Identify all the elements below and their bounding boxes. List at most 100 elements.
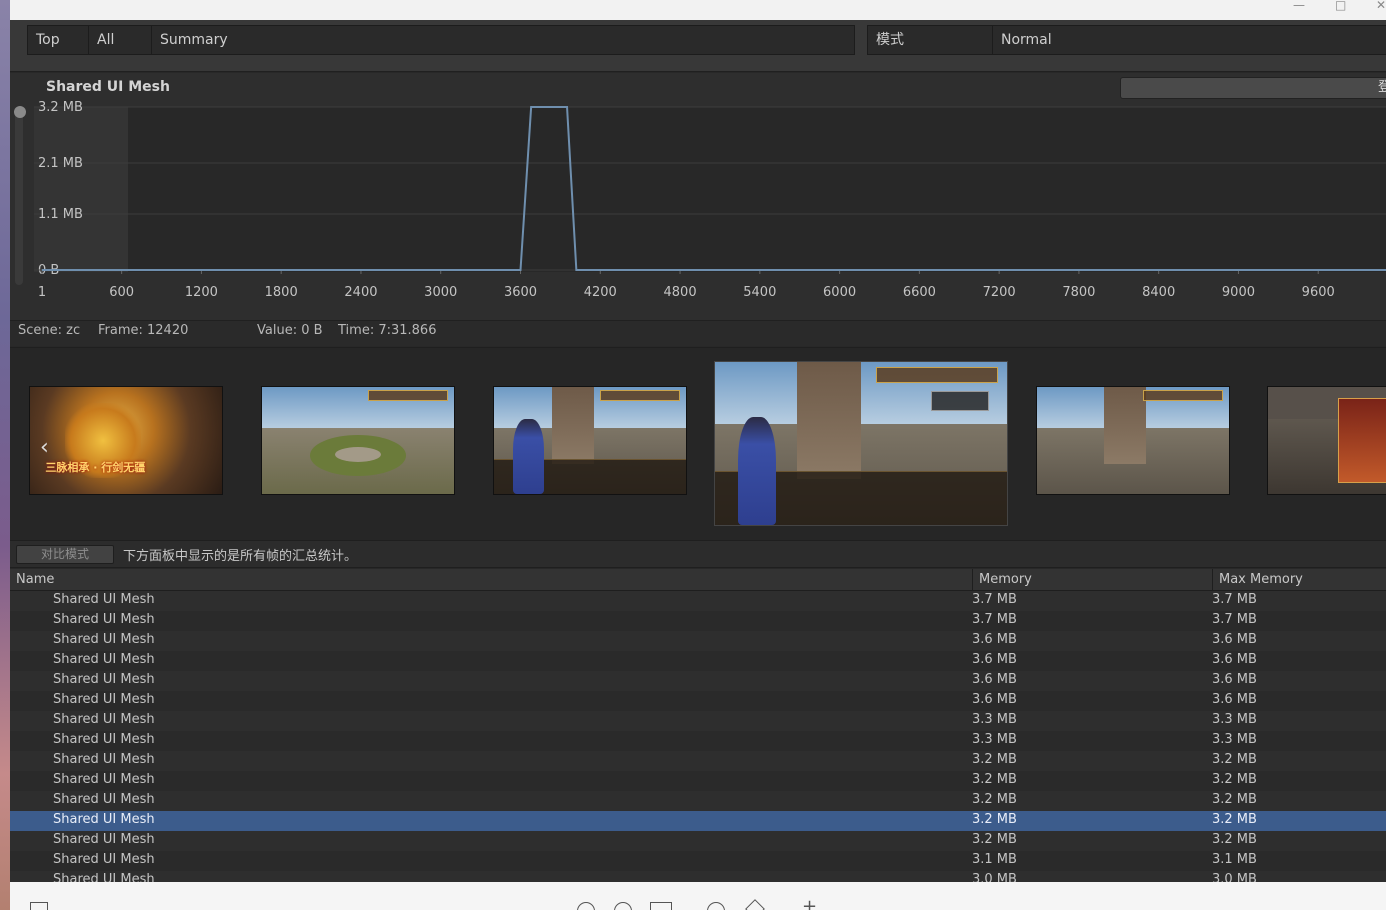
x-tick-label: 600 (109, 285, 134, 300)
cell-max-memory: 3.2 MB (1212, 772, 1257, 787)
window-titlebar: — □ ✕ (10, 0, 1386, 20)
cell-name: Shared UI Mesh (53, 772, 155, 787)
y-tick-label: 3.2 MB (38, 100, 83, 115)
table-row[interactable]: Shared UI Mesh 3.1 MB 3.1 MB (10, 851, 1386, 871)
cell-max-memory: 3.6 MB (1212, 652, 1257, 667)
table-row[interactable]: Shared UI Mesh 3.3 MB 3.3 MB (10, 711, 1386, 731)
cell-memory: 3.0 MB (972, 872, 1017, 882)
cell-max-memory: 3.6 MB (1212, 672, 1257, 687)
table-row[interactable]: Shared UI Mesh 3.2 MB 3.2 MB (10, 791, 1386, 811)
cell-name: Shared UI Mesh (53, 632, 155, 647)
table-row[interactable]: Shared UI Mesh 3.6 MB 3.6 MB (10, 631, 1386, 651)
screenshot-thumbnail[interactable] (1267, 386, 1386, 495)
table-row[interactable]: Shared UI Mesh 3.3 MB 3.3 MB (10, 731, 1386, 751)
table-row[interactable]: Shared UI Mesh 3.0 MB 3.0 MB (10, 871, 1386, 882)
x-tick-label: 9000 (1222, 285, 1255, 300)
table-row[interactable]: Shared UI Mesh 3.6 MB 3.6 MB (10, 671, 1386, 691)
cell-max-memory: 3.3 MB (1212, 732, 1257, 747)
promo-text: 三脉相承 · 行剑无疆 (45, 460, 146, 474)
cell-max-memory: 3.7 MB (1212, 612, 1257, 627)
cell-memory: 3.2 MB (972, 772, 1017, 787)
frame-icon[interactable] (650, 902, 672, 910)
cell-name: Shared UI Mesh (53, 712, 155, 727)
table-row[interactable]: Shared UI Mesh 3.2 MB 3.2 MB (10, 831, 1386, 851)
cell-name: Shared UI Mesh (53, 832, 155, 847)
table-row[interactable]: Shared UI Mesh 3.2 MB 3.2 MB (10, 751, 1386, 771)
frame-label: Frame: 12420 (98, 323, 189, 338)
x-tick-label: 1200 (185, 285, 218, 300)
chevron-left-icon[interactable]: ‹ (40, 435, 49, 460)
cell-name: Shared UI Mesh (53, 672, 155, 687)
screenshot-thumbnail[interactable] (493, 386, 687, 495)
screenshot-thumbnail[interactable] (261, 386, 455, 495)
table-row[interactable]: Shared UI Mesh 3.7 MB 3.7 MB (10, 611, 1386, 631)
table-row[interactable]: Shared UI Mesh 3.6 MB 3.6 MB (10, 691, 1386, 711)
x-tick-label: 6000 (823, 285, 856, 300)
cell-name: Shared UI Mesh (53, 852, 155, 867)
cell-memory: 3.3 MB (972, 732, 1017, 747)
maximize-icon[interactable]: □ (1335, 0, 1346, 12)
add-icon[interactable]: + (802, 896, 817, 910)
x-tick-label: 9600 (1302, 285, 1335, 300)
frame-status-line: Scene: zc Frame: 12420 Value: 0 B Time: … (10, 320, 1386, 346)
bottom-toolbar: + (10, 882, 1386, 910)
selected-screenshot-thumbnail[interactable] (714, 361, 1008, 526)
filter-level-dropdown[interactable]: Top (28, 26, 89, 54)
x-tick-label: 7800 (1062, 285, 1095, 300)
table-row-selected[interactable]: Shared UI Mesh 3.2 MB 3.2 MB (10, 811, 1386, 831)
graph-label-column (34, 107, 128, 272)
cell-max-memory: 3.6 MB (1212, 632, 1257, 647)
rotate-icon[interactable] (707, 902, 725, 910)
x-tick-label: 6600 (903, 285, 936, 300)
screenshot-thumbnail[interactable]: 三脉相承 · 行剑无疆 ‹ (29, 386, 223, 495)
close-icon[interactable]: ✕ (1376, 0, 1386, 12)
cell-max-memory: 3.6 MB (1212, 692, 1257, 707)
square-icon[interactable] (30, 902, 48, 910)
column-header-max-memory[interactable]: Max Memory (1212, 569, 1386, 591)
cell-name: Shared UI Mesh (53, 732, 155, 747)
x-tick-label: 4800 (664, 285, 697, 300)
cell-name: Shared UI Mesh (53, 872, 155, 882)
cell-memory: 3.6 MB (972, 632, 1017, 647)
cell-max-memory: 3.2 MB (1212, 832, 1257, 847)
zoom-in-icon[interactable] (614, 902, 632, 910)
memory-graph[interactable]: 3.2 MB2.1 MB1.1 MB0 B1 600 1200 1800 2400 300… (10, 73, 1386, 320)
minimize-icon[interactable]: — (1293, 0, 1305, 12)
table-row[interactable]: Shared UI Mesh 3.7 MB 3.7 MB (10, 591, 1386, 611)
mode-label: 模式 (868, 26, 993, 54)
compare-mode-button[interactable]: 对比模式 (16, 545, 114, 564)
cell-max-memory: 3.2 MB (1212, 812, 1257, 827)
cell-memory: 3.7 MB (972, 612, 1017, 627)
zoom-out-icon[interactable] (577, 902, 595, 910)
x-tick-label: 5400 (743, 285, 776, 300)
table-row[interactable]: Shared UI Mesh 3.2 MB 3.2 MB (10, 771, 1386, 791)
filter-group: Top All Summary (27, 25, 855, 55)
cell-name: Shared UI Mesh (53, 792, 155, 807)
mode-dropdown[interactable]: Normal (993, 26, 1386, 54)
filter-view-dropdown[interactable]: Summary (152, 26, 854, 54)
x-tick-label: 3600 (504, 285, 537, 300)
profiler-window: Top All Summary 模式 Normal Shared UI Mesh… (10, 20, 1386, 882)
cell-name: Shared UI Mesh (53, 812, 155, 827)
filter-bar: Top All Summary 模式 Normal (10, 20, 1386, 72)
summary-description: 下方面板中显示的是所有帧的汇总统计。 (123, 549, 358, 564)
x-tick-label: 1 (38, 285, 46, 300)
table-row[interactable]: Shared UI Mesh 3.6 MB 3.6 MB (10, 651, 1386, 671)
cell-name: Shared UI Mesh (53, 612, 155, 627)
cell-max-memory: 3.7 MB (1212, 592, 1257, 607)
column-header-name[interactable]: Name (10, 569, 972, 591)
filter-scope-dropdown[interactable]: All (89, 26, 152, 54)
edit-icon[interactable] (745, 899, 765, 910)
x-tick-label: 7200 (983, 285, 1016, 300)
cell-memory: 3.2 MB (972, 812, 1017, 827)
mode-group: 模式 Normal (867, 25, 1386, 55)
x-tick-label: 2400 (344, 285, 377, 300)
cell-memory: 3.6 MB (972, 652, 1017, 667)
screenshot-thumbnail[interactable] (1036, 386, 1230, 495)
scene-label: Scene: zc (18, 323, 81, 338)
cell-name: Shared UI Mesh (53, 592, 155, 607)
cell-max-memory: 3.2 MB (1212, 752, 1257, 767)
cell-memory: 3.1 MB (972, 852, 1017, 867)
column-header-memory[interactable]: Memory (972, 569, 1212, 591)
x-tick-label: 1800 (265, 285, 298, 300)
